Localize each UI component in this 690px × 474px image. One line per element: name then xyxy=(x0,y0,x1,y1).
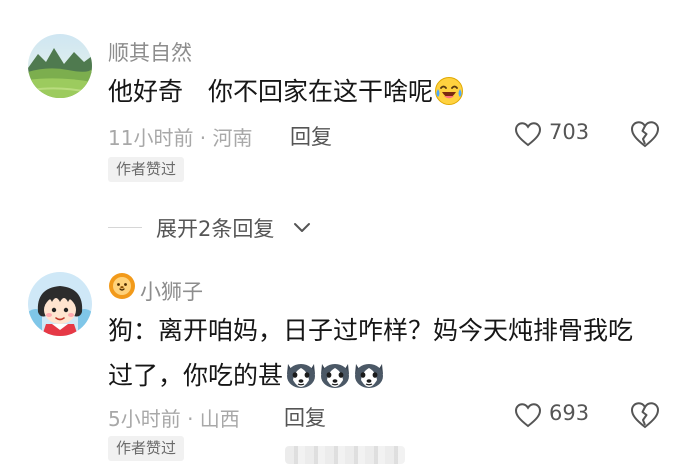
landscape-avatar-image xyxy=(28,34,92,98)
heart-outline-icon xyxy=(514,403,542,428)
dislike-button[interactable] xyxy=(630,401,660,433)
comment-text: 狗：离开咱妈，日子过咋样？妈今天炖排骨我吃 过了，你吃的甚 xyxy=(108,308,633,404)
username[interactable]: 顺其自然 xyxy=(108,37,192,67)
username[interactable]: 小狮子 xyxy=(140,276,203,306)
comment-text-content: 他好奇 你不回家在这干啥呢 xyxy=(108,77,434,106)
broken-heart-icon xyxy=(630,402,660,429)
dislike-button[interactable] xyxy=(630,120,660,152)
blurred-watermark xyxy=(285,446,405,464)
cartoon-girl-avatar-image xyxy=(28,272,92,336)
comment-item: 小狮子 狗：离开咱妈，日子过咋样？妈今天炖排骨我吃 过了，你吃的甚 5小时前 ·… xyxy=(0,258,690,474)
comment-time-location: 11小时前 · 河南 xyxy=(108,126,253,150)
comment-item: 顺其自然 他好奇 你不回家在这干啥呢 11小时前 · 河南 回复 703 作者赞… xyxy=(0,0,690,241)
husky-dog-emoji-icon xyxy=(284,358,386,404)
divider-line xyxy=(108,227,142,228)
avatar[interactable] xyxy=(28,34,92,98)
avatar[interactable] xyxy=(28,272,92,336)
broken-heart-icon xyxy=(630,121,660,148)
reply-button[interactable]: 回复 xyxy=(284,402,326,432)
comment-text-line-1: 狗：离开咱妈，日子过咋样？妈今天炖排骨我吃 xyxy=(108,316,634,345)
laughing-crying-emoji-icon xyxy=(434,75,464,120)
author-liked-tag: 作者赞过 xyxy=(108,436,185,461)
comment-text: 他好奇 你不回家在这干啥呢 xyxy=(108,69,464,120)
lion-badge-icon xyxy=(109,273,135,299)
reply-button[interactable]: 回复 xyxy=(290,121,332,151)
expand-replies-label: 展开2条回复 xyxy=(156,217,275,241)
comment-text-line-2-content: 过了，你吃的甚 xyxy=(108,361,284,390)
heart-outline-icon xyxy=(514,122,542,147)
comment-time-location: 5小时前 · 山西 xyxy=(108,407,240,431)
author-liked-tag: 作者赞过 xyxy=(108,157,185,182)
like-count: 703 xyxy=(549,120,590,144)
like-count: 693 xyxy=(549,401,590,425)
comment-text-line-2: 过了，你吃的甚 xyxy=(108,353,633,404)
chevron-down-icon xyxy=(294,223,310,232)
